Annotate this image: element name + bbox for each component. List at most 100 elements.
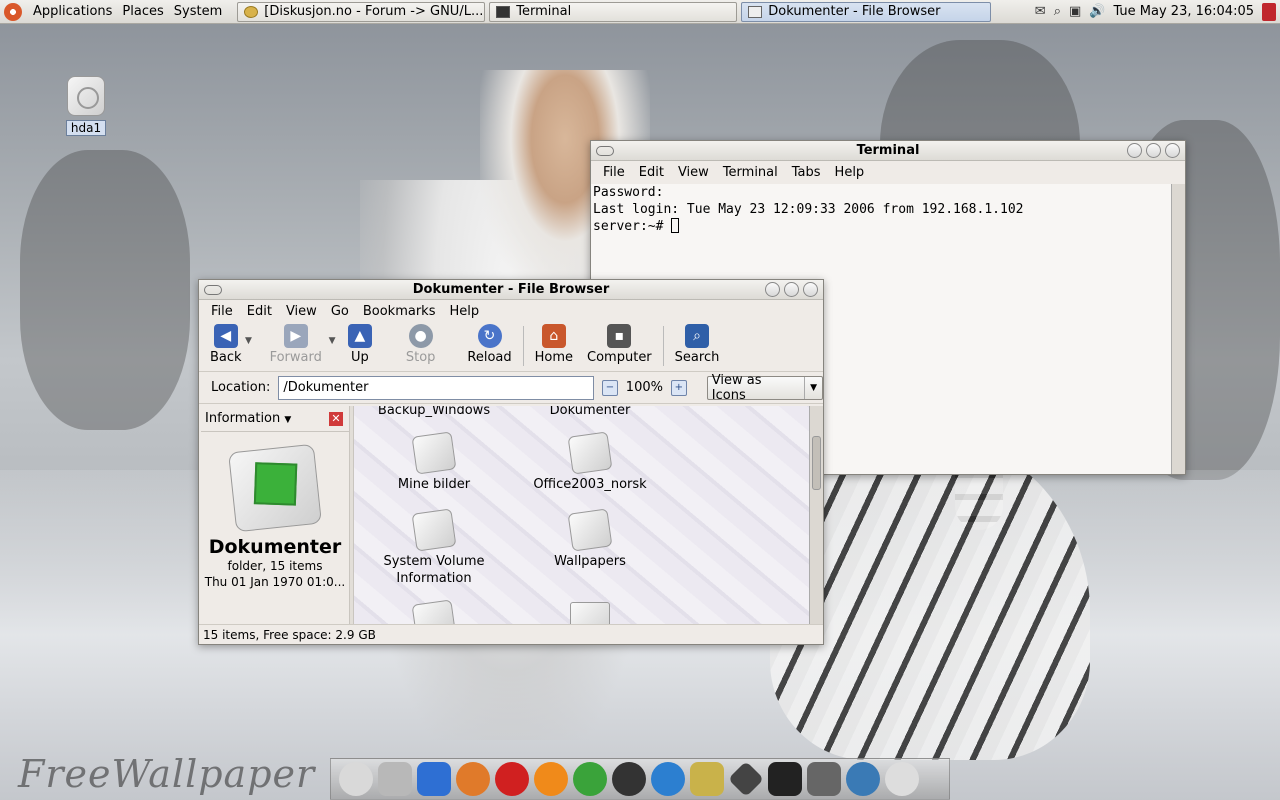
location-input[interactable]: [278, 375, 594, 400]
icon-view-scrollbar[interactable]: [809, 406, 823, 624]
menu-edit[interactable]: Edit: [633, 165, 670, 180]
gear-icon[interactable]: [573, 762, 607, 796]
menu-file[interactable]: File: [597, 165, 631, 180]
minimize-button[interactable]: [765, 282, 780, 297]
search-button[interactable]: ⌕ Search: [668, 322, 727, 365]
menu-help[interactable]: Help: [443, 304, 485, 319]
reload-icon: ↻: [477, 324, 502, 348]
close-button[interactable]: [1165, 143, 1180, 158]
document-app-icon[interactable]: [690, 762, 724, 796]
task-terminal[interactable]: Terminal: [489, 1, 738, 22]
folder-date: Thu 01 Jan 1970 01:0...: [204, 575, 346, 589]
dock: [330, 758, 950, 800]
top-panel: Applications Places System [Diskusjon.no…: [0, 0, 1280, 24]
file-label: Backup_Windows: [377, 406, 491, 418]
menu-applications[interactable]: Applications: [28, 4, 117, 19]
folder-icon: [411, 431, 457, 475]
folder-app-icon[interactable]: [417, 762, 451, 796]
home-button[interactable]: ⌂ Home: [528, 322, 580, 365]
scrollbar-thumb[interactable]: [812, 436, 821, 490]
maximize-button[interactable]: [1146, 143, 1161, 158]
close-button[interactable]: [803, 282, 818, 297]
menu-bookmarks[interactable]: Bookmarks: [357, 304, 442, 319]
fish-icon[interactable]: [651, 762, 685, 796]
file-item[interactable]: Mine bilder: [364, 431, 504, 493]
file-browser-body: Information ▼ ✕ Dokumenter folder, 15 it…: [199, 406, 823, 624]
window-menu-icon[interactable]: [596, 145, 614, 156]
up-button[interactable]: ▲ Up: [341, 322, 379, 365]
menu-file[interactable]: File: [205, 304, 239, 319]
icon-view[interactable]: Backup_Windows Dokumenter Mine bilder Of…: [354, 406, 809, 624]
terminal-icon: [496, 5, 511, 18]
view-as-select[interactable]: View as Icons ▼: [706, 373, 823, 403]
file-item[interactable]: System Volume Information: [364, 508, 504, 587]
maximize-button[interactable]: [784, 282, 799, 297]
file-browser-window: Dokumenter - File Browser File Edit View…: [198, 279, 824, 645]
mail-icon[interactable]: ✉: [1035, 4, 1046, 19]
terminal-line: Password:: [593, 185, 664, 200]
menu-help[interactable]: Help: [829, 165, 871, 180]
file-item[interactable]: Office2003_norsk: [520, 431, 660, 493]
file-label: Mine bilder: [397, 477, 471, 492]
menu-go[interactable]: Go: [325, 304, 355, 319]
reload-button[interactable]: ↻ Reload: [460, 322, 518, 365]
chevron-down-icon: ▼: [284, 415, 292, 425]
side-pane-mode-select[interactable]: Information ▼: [205, 411, 291, 426]
menu-system[interactable]: System: [169, 4, 227, 19]
desktop-icon-label: hda1: [65, 120, 107, 136]
clock-app-icon[interactable]: [339, 762, 373, 796]
menu-view[interactable]: View: [672, 165, 715, 180]
back-history-dropdown-icon[interactable]: ▼: [245, 336, 252, 346]
menu-terminal[interactable]: Terminal: [717, 165, 784, 180]
menu-edit[interactable]: Edit: [241, 304, 278, 319]
zoom-out-icon[interactable]: −: [602, 379, 618, 396]
back-button[interactable]: ◀ Back ▼: [203, 322, 252, 365]
task-browser[interactable]: [Diskusjon.no - Forum -> GNU/L...: [237, 1, 486, 22]
globe-icon[interactable]: [846, 762, 880, 796]
file-item[interactable]: Wallpapers: [520, 508, 660, 570]
home-label: Home: [534, 350, 574, 365]
s-app-icon[interactable]: [534, 762, 568, 796]
file-item-partial[interactable]: [364, 599, 504, 624]
terminal-titlebar[interactable]: Terminal: [591, 141, 1185, 161]
network-icon[interactable]: ▣: [1069, 4, 1081, 19]
file-label: Wallpapers: [554, 554, 626, 569]
diamond-app-icon[interactable]: [727, 760, 765, 798]
file-item[interactable]: Backup_Windows: [364, 406, 504, 419]
terminal-prompt: server:~#: [593, 219, 672, 234]
file-browser-titlebar[interactable]: Dokumenter - File Browser: [199, 280, 823, 300]
minimize-button[interactable]: [1127, 143, 1142, 158]
desktop-icon-hda1[interactable]: hda1: [62, 76, 110, 136]
search-icon[interactable]: ⌕: [1054, 4, 1061, 19]
menu-tabs[interactable]: Tabs: [786, 165, 827, 180]
window-menu-icon[interactable]: [204, 284, 222, 295]
task-file-browser[interactable]: Dokumenter - File Browser: [741, 1, 992, 22]
ubuntu-logo-icon[interactable]: [4, 2, 22, 21]
computer-button[interactable]: ▪ Computer: [580, 322, 659, 365]
logout-icon[interactable]: [1262, 2, 1276, 21]
close-pane-icon[interactable]: ✕: [329, 411, 343, 426]
terminal-scrollbar[interactable]: [1171, 184, 1185, 474]
clock[interactable]: Tue May 23, 16:04:05: [1113, 4, 1254, 19]
settings-app-icon[interactable]: [807, 762, 841, 796]
volume-icon[interactable]: 🔊: [1089, 4, 1105, 19]
stop-button[interactable]: ● Stop: [399, 322, 443, 365]
terminal-app-icon[interactable]: [768, 762, 802, 796]
file-item-partial[interactable]: [520, 602, 660, 624]
folder-icon: [567, 508, 613, 552]
forward-history-dropdown-icon[interactable]: ▼: [329, 336, 336, 346]
side-pane-mode-label: Information: [205, 411, 281, 426]
zoom-in-icon[interactable]: +: [670, 379, 687, 396]
menu-places[interactable]: Places: [117, 4, 168, 19]
file-label: System Volume Information: [383, 554, 485, 586]
presentation-app-icon[interactable]: [378, 762, 412, 796]
firefox-icon[interactable]: [456, 762, 490, 796]
mouse-icon[interactable]: [885, 762, 919, 796]
opera-icon[interactable]: [495, 762, 529, 796]
menu-view[interactable]: View: [280, 304, 323, 319]
xmms-icon[interactable]: [612, 762, 646, 796]
terminal-line: Last login: Tue May 23 12:09:33 2006 fro…: [593, 202, 1024, 217]
file-item[interactable]: Dokumenter: [520, 406, 660, 419]
computer-icon: ▪: [607, 324, 632, 348]
forward-button[interactable]: ▶ Forward ▼: [263, 322, 335, 365]
